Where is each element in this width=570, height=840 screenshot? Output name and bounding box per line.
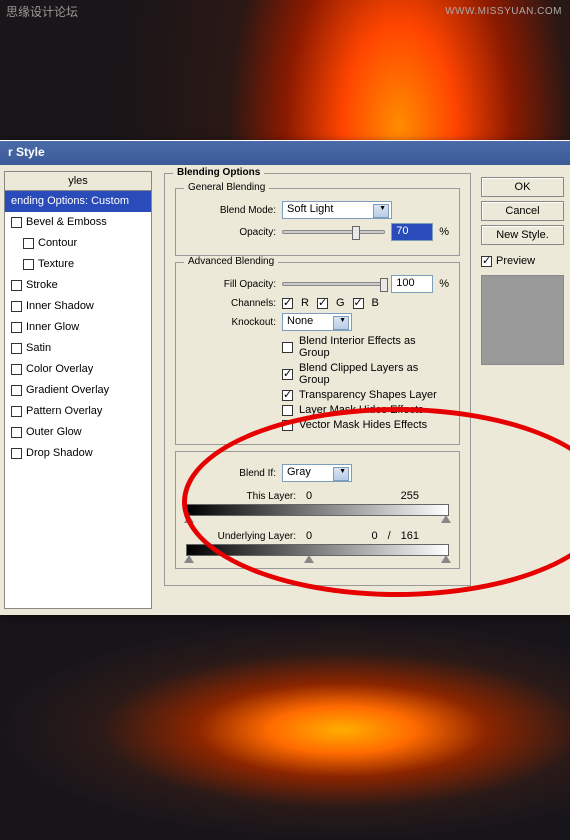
ok-button[interactable]: OK	[481, 177, 564, 197]
style-item[interactable]: Satin	[5, 338, 151, 359]
style-checkbox[interactable]	[23, 238, 34, 249]
style-item[interactable]: Inner Shadow	[5, 296, 151, 317]
style-checkbox[interactable]	[11, 280, 22, 291]
underlying-layer-gradient[interactable]	[186, 544, 449, 556]
style-checkbox[interactable]	[11, 322, 22, 333]
style-checkbox[interactable]	[11, 217, 22, 228]
preview-checkbox[interactable]	[481, 256, 492, 267]
style-checkbox[interactable]	[11, 343, 22, 354]
channel-g-checkbox[interactable]	[317, 298, 328, 309]
new-style-button[interactable]: New Style.	[481, 225, 564, 245]
blend-clipped-checkbox[interactable]	[282, 369, 293, 380]
this-layer-label: This Layer:	[186, 491, 296, 502]
styles-list[interactable]: yles ending Options: CustomBevel & Embos…	[4, 171, 152, 609]
dialog-title: r Style	[0, 141, 570, 165]
style-item[interactable]: Bevel & Emboss	[5, 212, 151, 233]
fill-opacity-input[interactable]: 100	[391, 275, 433, 293]
underlying-layer-label: Underlying Layer:	[186, 531, 296, 542]
channel-r-checkbox[interactable]	[282, 298, 293, 309]
style-checkbox[interactable]	[11, 364, 22, 375]
watermark-text: 思缘设计论坛	[6, 3, 78, 20]
blend-interior-checkbox[interactable]	[282, 342, 293, 353]
right-button-panel: OK Cancel New Style. Preview	[475, 165, 570, 615]
transparency-shapes-checkbox[interactable]	[282, 390, 293, 401]
blend-mode-label: Blend Mode:	[186, 205, 276, 216]
advanced-blending-title: Advanced Blending	[184, 256, 278, 267]
blending-options-title: Blending Options	[173, 167, 264, 178]
knockout-label: Knockout:	[186, 317, 276, 328]
layer-mask-hides-checkbox[interactable]	[282, 405, 293, 416]
style-item[interactable]: Contour	[5, 233, 151, 254]
style-item[interactable]: Outer Glow	[5, 422, 151, 443]
options-panel: Blending Options General Blending Blend …	[152, 165, 475, 615]
knockout-select[interactable]: None	[282, 313, 352, 331]
style-item[interactable]: Gradient Overlay	[5, 380, 151, 401]
style-checkbox[interactable]	[11, 448, 22, 459]
blend-if-select[interactable]: Gray	[282, 464, 352, 482]
style-item[interactable]: Stroke	[5, 275, 151, 296]
blend-mode-select[interactable]: Soft Light	[282, 201, 392, 219]
blend-if-label: Blend If:	[186, 468, 276, 479]
vector-mask-hides-checkbox[interactable]	[282, 420, 293, 431]
styles-header: yles	[5, 172, 151, 191]
style-checkbox[interactable]	[23, 259, 34, 270]
fill-opacity-label: Fill Opacity:	[186, 279, 276, 290]
opacity-input[interactable]: 70	[391, 223, 433, 241]
style-item[interactable]: ending Options: Custom	[5, 191, 151, 212]
fill-opacity-slider[interactable]	[282, 282, 385, 286]
watermark-url: WWW.MISSYUAN.COM	[445, 6, 562, 17]
channels-label: Channels:	[186, 298, 276, 309]
style-checkbox[interactable]	[11, 406, 22, 417]
style-item[interactable]: Drop Shadow	[5, 443, 151, 464]
channel-b-checkbox[interactable]	[353, 298, 364, 309]
opacity-slider[interactable]	[282, 230, 385, 234]
opacity-label: Opacity:	[186, 227, 276, 238]
this-layer-gradient[interactable]	[186, 504, 449, 516]
style-checkbox[interactable]	[11, 301, 22, 312]
style-checkbox[interactable]	[11, 427, 22, 438]
layer-style-dialog: r Style yles ending Options: CustomBevel…	[0, 140, 570, 615]
style-item[interactable]: Texture	[5, 254, 151, 275]
style-item[interactable]: Color Overlay	[5, 359, 151, 380]
style-checkbox[interactable]	[11, 385, 22, 396]
cancel-button[interactable]: Cancel	[481, 201, 564, 221]
preview-swatch	[481, 275, 564, 365]
style-item[interactable]: Pattern Overlay	[5, 401, 151, 422]
style-item[interactable]: Inner Glow	[5, 317, 151, 338]
general-blending-title: General Blending	[184, 182, 269, 193]
